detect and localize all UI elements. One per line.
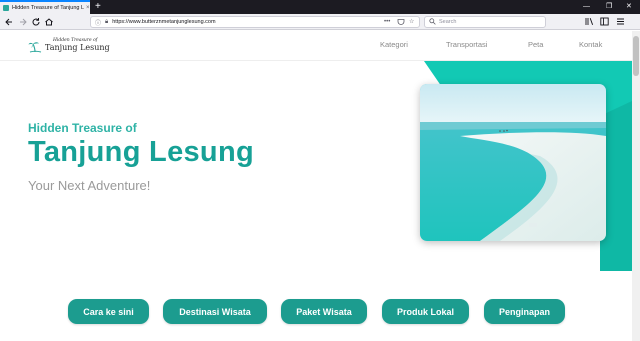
hamburger-menu-icon[interactable] [616,17,625,30]
tab-close-icon[interactable]: × [86,5,90,11]
penginapan-button[interactable]: Penginapan [484,299,565,324]
sidebar-icon[interactable] [600,17,609,30]
menu-transportasi[interactable]: Transportasi [446,40,487,49]
home-icon[interactable] [44,17,54,27]
search-icon [429,17,436,27]
close-window-button[interactable]: ✕ [626,1,632,13]
beach-photo [420,84,606,241]
menu-dots-icon[interactable]: ••• [384,18,390,27]
browser-tab[interactable]: Hidden Treasure of Tanjung Le × [0,0,90,14]
hero-subtitle: Your Next Adventure! [28,178,151,193]
scrollbar-thumb[interactable] [633,36,639,76]
new-tab-button[interactable]: + [95,1,101,13]
info-icon[interactable]: ⓘ [95,18,101,27]
cara-ke-sini-button[interactable]: Cara ke sini [68,299,149,324]
library-icon[interactable] [585,17,594,30]
search-placeholder: Search [439,19,457,25]
menu-kategori[interactable]: Kategori [380,40,408,49]
action-buttons: Cara ke sini Destinasi Wisata Paket Wisa… [0,299,632,325]
pocket-icon[interactable] [397,18,405,30]
forward-icon[interactable] [18,17,28,27]
tab-title: Hidden Treasure of Tanjung Le [12,5,84,11]
navigation-toolbar: ⓘ 🔒︎ https://www.butterznmetanjunglesung… [0,14,640,30]
hero-title: Tanjung Lesung [28,136,254,168]
url-text[interactable]: https://www.butterznmetanjunglesung.com [112,19,215,25]
search-bar[interactable]: Search [424,16,546,28]
favicon-icon [3,5,9,11]
web-page: Hidden Treasure of Tanjung Lesung Katego… [0,31,632,341]
lock-icon[interactable]: 🔒︎ [105,19,108,26]
minimize-button[interactable]: — [583,1,590,13]
reload-icon[interactable] [31,17,41,27]
site-logo[interactable]: Hidden Treasure of Tanjung Lesung [28,38,110,53]
paket-wisata-button[interactable]: Paket Wisata [281,299,367,324]
browser-window: Hidden Treasure of Tanjung Le × + — ❐ ✕ … [0,0,640,341]
site-header: Hidden Treasure of Tanjung Lesung Katego… [0,31,632,61]
tab-bar: Hidden Treasure of Tanjung Le × + — ❐ ✕ [0,0,640,14]
maximize-button[interactable]: ❐ [606,1,612,13]
produk-lokal-button[interactable]: Produk Lokal [382,299,469,324]
menu-peta[interactable]: Peta [528,40,543,49]
logo-name: Tanjung Lesung [45,43,110,52]
bookmark-star-icon[interactable]: ☆ [409,18,414,27]
destinasi-wisata-button[interactable]: Destinasi Wisata [163,299,267,324]
page-scrollbar[interactable] [632,31,640,341]
back-icon[interactable] [4,17,14,27]
palm-tree-icon [28,40,42,53]
hero-kicker: Hidden Treasure of [28,121,137,135]
menu-kontak[interactable]: Kontak [579,40,602,49]
address-bar[interactable]: ⓘ 🔒︎ https://www.butterznmetanjunglesung… [90,16,420,28]
